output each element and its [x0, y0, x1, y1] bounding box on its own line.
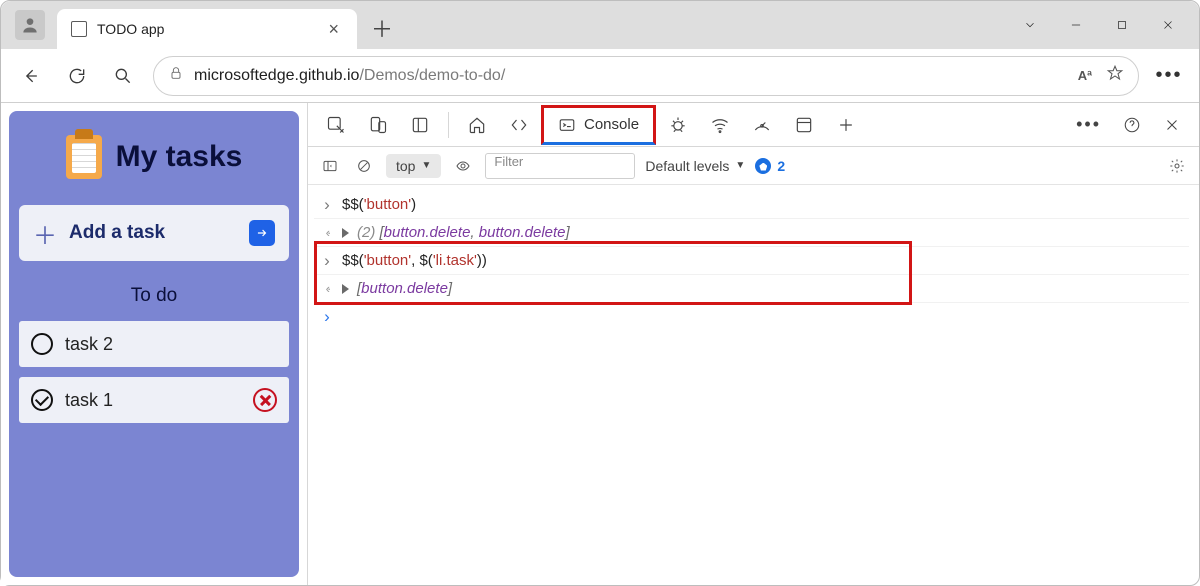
issues-icon — [755, 158, 771, 174]
add-task-submit-button[interactable] — [249, 220, 275, 246]
task-delete-button[interactable] — [253, 388, 277, 412]
console-toolbar: top▼ Filter Default levels▼ 2 — [308, 147, 1199, 185]
url-text: microsoftedge.github.io/Demos/demo-to-do… — [194, 67, 505, 85]
more-tabs-button[interactable] — [826, 107, 866, 143]
task-item[interactable]: task 1 — [19, 377, 289, 423]
navigation-bar: microsoftedge.github.io/Demos/demo-to-do… — [1, 49, 1199, 103]
console-input-line: $$('button') — [314, 191, 1189, 219]
back-button[interactable] — [11, 56, 51, 96]
window-maximize-button[interactable] — [1099, 5, 1145, 45]
devtools-close-button[interactable] — [1153, 107, 1191, 143]
output-chevron-icon — [320, 225, 334, 240]
tab-favicon-icon — [71, 21, 87, 37]
read-aloud-icon[interactable]: Aª — [1078, 68, 1092, 83]
console-filter-input[interactable]: Filter — [485, 153, 635, 179]
window-minimize-button[interactable] — [1053, 5, 1099, 45]
task-checkbox-icon[interactable] — [31, 333, 53, 355]
issues-badge[interactable]: 2 — [755, 158, 785, 174]
inspect-element-button[interactable] — [316, 107, 356, 143]
console-settings-button[interactable] — [1165, 154, 1189, 178]
rendered-page: My tasks ＋ Add a task To do task 2 task … — [1, 103, 307, 585]
add-task-input[interactable]: ＋ Add a task — [19, 205, 289, 261]
application-tab-icon[interactable] — [784, 107, 824, 143]
clear-console-button[interactable] — [352, 154, 376, 178]
devtools-panel: Console ••• top▼ — [307, 103, 1199, 585]
add-task-placeholder: Add a task — [69, 222, 165, 244]
task-checkbox-checked-icon[interactable] — [31, 389, 53, 411]
search-button[interactable] — [103, 56, 143, 96]
execution-context-select[interactable]: top▼ — [386, 154, 441, 178]
browser-menu-button[interactable]: ••• — [1149, 64, 1189, 87]
performance-tab-icon[interactable] — [742, 107, 782, 143]
devtools-tabstrip: Console ••• — [308, 103, 1199, 147]
console-tab[interactable]: Console — [541, 105, 656, 145]
live-expression-button[interactable] — [451, 154, 475, 178]
browser-tab[interactable]: TODO app × — [57, 9, 357, 49]
console-output[interactable]: $$('button') (2) [button.delete, button.… — [308, 185, 1199, 585]
window-close-button[interactable] — [1145, 5, 1191, 45]
content-area: My tasks ＋ Add a task To do task 2 task … — [1, 103, 1199, 585]
refresh-button[interactable] — [57, 56, 97, 96]
welcome-tab[interactable] — [457, 107, 497, 143]
device-emulation-button[interactable] — [358, 107, 398, 143]
page-title: My tasks — [116, 140, 243, 174]
address-bar[interactable]: microsoftedge.github.io/Demos/demo-to-do… — [153, 56, 1139, 96]
console-tab-label: Console — [584, 116, 639, 133]
task-item[interactable]: task 2 — [19, 321, 289, 367]
input-chevron-icon — [320, 195, 334, 215]
devtools-help-icon[interactable] — [1113, 107, 1151, 143]
tab-overflow-icon[interactable] — [1007, 5, 1053, 45]
tab-close-icon[interactable]: × — [324, 19, 343, 40]
window-controls — [1007, 1, 1199, 49]
task-label: task 2 — [65, 334, 113, 355]
browser-window: TODO app × ＋ microsoftedge.github.io/Dem… — [0, 0, 1200, 586]
clipboard-icon — [66, 135, 102, 179]
console-sidebar-toggle[interactable] — [318, 154, 342, 178]
expand-icon[interactable] — [342, 228, 349, 238]
todo-section-label: To do — [19, 285, 289, 307]
devtools-more-icon[interactable]: ••• — [1066, 107, 1111, 143]
sources-tab-bug-icon[interactable] — [658, 107, 698, 143]
profile-avatar[interactable] — [15, 10, 45, 40]
annotation-highlight — [314, 241, 912, 305]
elements-tab[interactable] — [499, 107, 539, 143]
dock-side-button[interactable] — [400, 107, 440, 143]
log-levels-select[interactable]: Default levels▼ — [645, 158, 745, 174]
site-lock-icon[interactable] — [168, 65, 184, 86]
prompt-chevron-icon — [320, 307, 334, 327]
new-tab-button[interactable]: ＋ — [365, 11, 399, 45]
favorite-icon[interactable] — [1106, 64, 1124, 87]
plus-icon: ＋ — [33, 216, 57, 251]
console-prompt[interactable] — [314, 303, 1189, 331]
network-tab-icon[interactable] — [700, 107, 740, 143]
task-label: task 1 — [65, 390, 113, 411]
tab-strip: TODO app × ＋ — [1, 1, 1199, 49]
tab-title: TODO app — [97, 21, 316, 37]
